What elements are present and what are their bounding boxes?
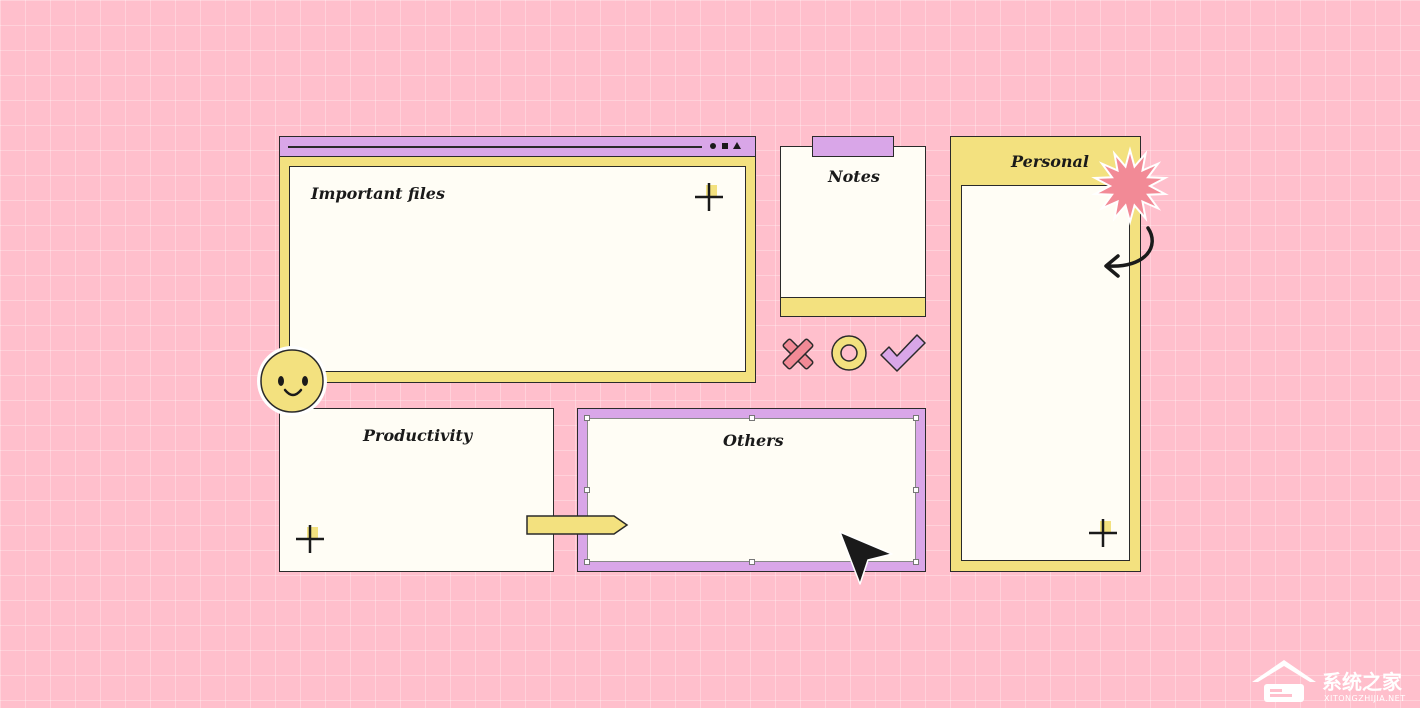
tag-arrow-icon: [526, 515, 629, 535]
important-files-title: Important files: [311, 184, 445, 203]
cursor-icon: [839, 531, 893, 585]
plus-sparkle-icon: [296, 525, 324, 553]
checkmark-icon[interactable]: [879, 333, 929, 375]
watermark-text: 系统之家: [1322, 670, 1402, 694]
watermark-logo-icon: [1252, 660, 1316, 702]
curved-arrow-icon: [1104, 226, 1154, 278]
resize-handle[interactable]: [913, 559, 919, 565]
smiley-icon: [257, 346, 327, 416]
plus-sparkle-icon: [1089, 519, 1117, 547]
resize-handle[interactable]: [584, 415, 590, 421]
resize-handle[interactable]: [584, 487, 590, 493]
notes-title: Notes: [828, 167, 880, 186]
notes-tape: [812, 136, 894, 157]
circle-icon[interactable]: [830, 334, 870, 374]
window-controls-icon[interactable]: [709, 141, 744, 151]
window-controls[interactable]: [709, 141, 744, 151]
resize-handle[interactable]: [749, 415, 755, 421]
resize-handle[interactable]: [913, 415, 919, 421]
personal-title: Personal: [1011, 152, 1089, 171]
plus-sparkle-icon: [695, 183, 723, 211]
resize-handle[interactable]: [584, 559, 590, 565]
starburst-icon: [1091, 146, 1169, 226]
others-title: Others: [723, 431, 784, 450]
canvas: { "cards": { "important_files": "Importa…: [0, 0, 1420, 708]
watermark-subtext: XITONGZHIJIA.NET: [1324, 694, 1406, 703]
x-mark-icon[interactable]: [779, 335, 817, 373]
title-bar-line: [288, 146, 702, 148]
resize-handle[interactable]: [749, 559, 755, 565]
productivity-title: Productivity: [363, 426, 473, 445]
resize-handle[interactable]: [913, 487, 919, 493]
